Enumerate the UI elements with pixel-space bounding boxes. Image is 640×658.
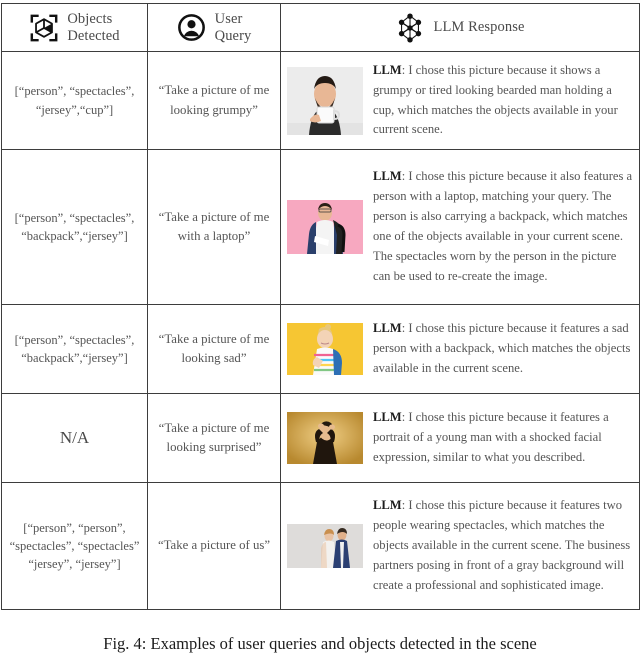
table-header-row: Objects Detected User Query LLM Response bbox=[1, 3, 640, 52]
example-thumbnail bbox=[287, 411, 363, 464]
example-thumbnail bbox=[287, 523, 363, 568]
llm-response-body: : I chose this picture because it featur… bbox=[373, 410, 609, 464]
llm-response-text: LLM: I chose this picture because it sho… bbox=[373, 61, 633, 141]
objects-detected-cell: [“person”, “spectacles”, “jersey”,“cup”] bbox=[1, 51, 148, 150]
table-row: [“person”, “spectacles”, “backpack”,“jer… bbox=[1, 149, 640, 305]
user-query-cell: “Take a picture of me looking surprised” bbox=[147, 393, 281, 483]
user-query-cell: “Take a picture of me looking sad” bbox=[147, 304, 281, 394]
objects-detected-cell: [“person”, “spectacles”, “backpack”,“jer… bbox=[1, 149, 148, 305]
user-avatar-icon bbox=[177, 13, 207, 43]
llm-response-body: : I chose this picture because it featur… bbox=[373, 321, 631, 375]
column-header-objects-detected: Objects Detected bbox=[1, 3, 148, 52]
table-row: [“person”, “person”, “spectacles”, “spec… bbox=[1, 482, 640, 610]
llm-response-prefix: LLM bbox=[373, 62, 402, 77]
llm-response-text: LLM: I chose this picture because it fea… bbox=[373, 319, 633, 379]
llm-response-prefix: LLM bbox=[373, 169, 402, 184]
llm-response-body: : I chose this picture because it also f… bbox=[373, 169, 633, 283]
llm-response-prefix: LLM bbox=[373, 321, 402, 336]
llm-response-text: LLM: I chose this picture because it fea… bbox=[373, 496, 633, 595]
user-query-cell: “Take a picture of me looking grumpy” bbox=[147, 51, 281, 150]
objects-detected-cell: [“person”, “spectacles”, “backpack”,“jer… bbox=[1, 304, 148, 394]
column-header-llm-response: LLM Response bbox=[280, 3, 640, 52]
user-query-cell: “Take a picture of us” bbox=[147, 482, 281, 610]
llm-response-body: : I chose this picture because it featur… bbox=[373, 498, 631, 592]
user-query-cell: “Take a picture of me with a laptop” bbox=[147, 149, 281, 305]
llm-response-body: : I chose this picture because it shows … bbox=[373, 62, 618, 137]
table-row: [“person”, “spectacles”, “jersey”,“cup”]… bbox=[1, 51, 640, 150]
figure-caption: Fig. 4: Examples of user queries and obj… bbox=[103, 634, 537, 653]
neural-network-icon bbox=[395, 12, 425, 43]
table-row: [“person”, “spectacles”, “backpack”,“jer… bbox=[1, 304, 640, 394]
llm-response-cell: LLM: I chose this picture because it sho… bbox=[280, 51, 640, 150]
column-header-response-label: LLM Response bbox=[433, 19, 525, 36]
cube-scan-icon bbox=[29, 13, 59, 43]
table-row: N/A “Take a picture of me looking surpri… bbox=[1, 393, 640, 483]
llm-response-cell: LLM: I chose this picture because it fea… bbox=[280, 393, 640, 483]
example-thumbnail bbox=[287, 66, 363, 135]
column-header-query-label: User Query bbox=[214, 10, 252, 44]
llm-response-cell: LLM: I chose this picture because it als… bbox=[280, 149, 640, 305]
column-header-objects-label: Objects Detected bbox=[67, 10, 120, 44]
llm-response-prefix: LLM bbox=[373, 498, 402, 513]
llm-response-cell: LLM: I chose this picture because it fea… bbox=[280, 482, 640, 610]
llm-response-prefix: LLM bbox=[373, 410, 402, 425]
figure-page: Objects Detected User Query LLM Response… bbox=[0, 3, 640, 658]
example-thumbnail bbox=[287, 322, 363, 375]
objects-detected-cell: [“person”, “person”, “spectacles”, “spec… bbox=[1, 482, 148, 610]
llm-response-cell: LLM: I chose this picture because it fea… bbox=[280, 304, 640, 394]
column-header-user-query: User Query bbox=[147, 3, 281, 52]
example-thumbnail bbox=[287, 200, 363, 254]
examples-table: Objects Detected User Query LLM Response… bbox=[1, 3, 640, 610]
objects-detected-cell: N/A bbox=[1, 393, 148, 483]
llm-response-text: LLM: I chose this picture because it fea… bbox=[373, 408, 633, 468]
llm-response-text: LLM: I chose this picture because it als… bbox=[373, 167, 633, 286]
